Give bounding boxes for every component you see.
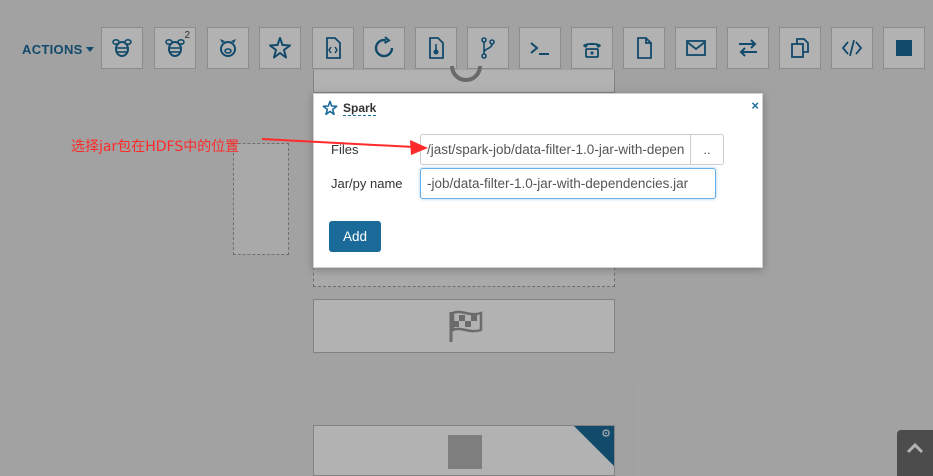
files-label: Files bbox=[331, 142, 359, 157]
spark-dialog: Spark × Files .. Jar/py name Add bbox=[313, 93, 763, 268]
jar-name-input[interactable] bbox=[420, 168, 716, 199]
jar-name-label: Jar/py name bbox=[331, 176, 403, 191]
files-input[interactable] bbox=[420, 134, 691, 165]
dialog-title[interactable]: Spark bbox=[343, 101, 377, 116]
dialog-header: Spark bbox=[322, 100, 377, 116]
annotation-text: 选择jar包在HDFS中的位置 bbox=[71, 139, 240, 155]
add-button[interactable]: Add bbox=[329, 221, 381, 252]
spark-star-icon bbox=[322, 100, 338, 116]
close-icon[interactable]: × bbox=[751, 98, 759, 113]
browse-files-button[interactable]: .. bbox=[691, 134, 724, 165]
